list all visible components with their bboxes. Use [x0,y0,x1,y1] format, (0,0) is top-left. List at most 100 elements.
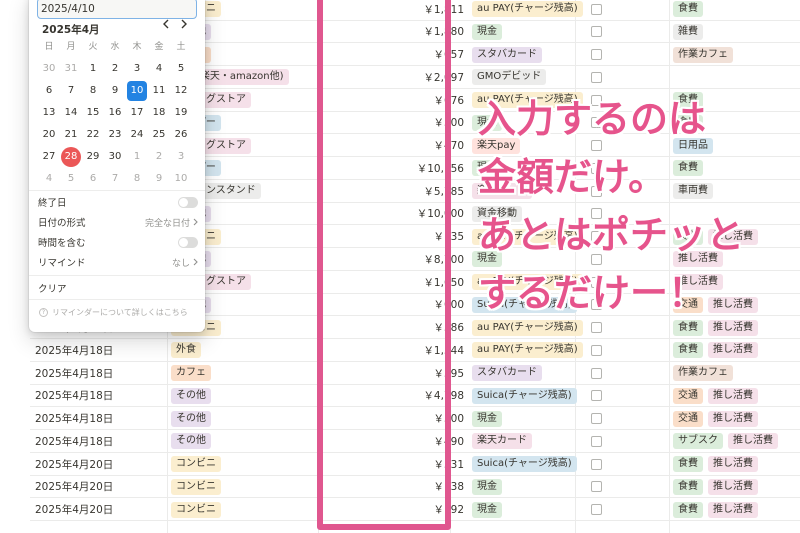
date-format-option[interactable]: 日付の形式 完全な日付 [38,213,198,231]
chevron-left-icon[interactable] [159,17,173,31]
calendar-day[interactable]: 10 [171,169,191,189]
calendar-day[interactable]: 17 [127,103,147,123]
checkbox[interactable] [590,3,602,15]
checkbox[interactable] [590,367,602,379]
date-cell[interactable]: 2025年4月18日 [35,385,167,407]
calendar-day[interactable]: 5 [61,169,81,189]
calendar-day[interactable]: 18 [149,103,169,123]
checkbox-cell[interactable] [586,408,606,430]
calendar-day[interactable]: 6 [83,169,103,189]
tags-cell[interactable]: 雑費 [673,21,800,43]
checkbox-cell[interactable] [586,0,606,20]
calendar-day[interactable]: 29 [83,147,103,167]
calendar-day[interactable]: 23 [105,125,125,145]
calendar-day[interactable]: 9 [149,169,169,189]
calendar-day[interactable]: 11 [149,81,169,101]
checkbox[interactable] [590,504,602,515]
checkbox[interactable] [590,71,602,83]
tags-cell[interactable]: 作業カフェ [673,44,800,66]
calendar-day[interactable]: 5 [171,59,191,79]
calendar-day[interactable]: 4 [39,169,59,189]
date-cell[interactable]: 2025年4月18日 [35,362,167,384]
checkbox-cell[interactable] [586,339,606,361]
checkbox[interactable] [590,49,602,60]
chevron-right-icon[interactable] [177,17,191,31]
calendar-day[interactable]: 2 [105,59,125,79]
calendar-day[interactable]: 8 [83,81,103,101]
calendar-day[interactable]: 31 [61,59,81,79]
date-cell[interactable]: 2025年4月20日 [35,453,167,475]
checkbox[interactable] [590,322,602,333]
date-cell[interactable]: 2025年4月20日 [35,499,167,521]
calendar-day[interactable]: 3 [127,59,147,79]
checkbox-cell[interactable] [586,362,606,384]
category-cell[interactable]: 外食 [171,339,321,361]
checkbox[interactable] [590,390,602,402]
calendar-day[interactable]: 25 [149,125,169,145]
calendar-day[interactable]: 21 [61,125,81,145]
checkbox-cell[interactable] [586,385,606,407]
end-date-toggle[interactable] [178,196,198,208]
calendar-day[interactable]: 7 [105,169,125,189]
checkbox-cell[interactable] [586,453,606,475]
calendar-day[interactable]: 20 [39,125,59,145]
include-time-option[interactable]: 時間を含む [38,233,198,251]
calendar-day[interactable]: 12 [171,81,191,101]
calendar-day[interactable]: 1 [127,147,147,167]
calendar-day[interactable]: 30 [39,59,59,79]
calendar-day-selected[interactable]: 10 [127,81,147,101]
remind-option[interactable]: リマインド なし [38,253,198,271]
tags-cell[interactable]: サブスク 推し活費 [673,430,800,452]
include-time-toggle[interactable] [178,236,198,248]
tags-cell[interactable]: 交通 推し活費 [673,385,800,407]
tags-cell[interactable]: 食費 推し活費 [673,339,800,361]
category-cell[interactable]: コンビニ [171,476,321,498]
checkbox-cell[interactable] [586,21,606,43]
calendar-day[interactable]: 2 [149,147,169,167]
date-cell[interactable]: 2025年4月18日 [35,408,167,430]
clear-button[interactable]: クリア [38,281,67,295]
tags-cell[interactable]: 食費 推し活費 [673,499,800,521]
checkbox[interactable] [590,458,602,470]
checkbox-cell[interactable] [586,66,606,88]
checkbox[interactable] [590,481,602,493]
calendar-day[interactable]: 27 [39,147,59,167]
category-cell[interactable]: コンビニ [171,453,321,475]
category-cell[interactable]: その他 [171,430,321,452]
calendar-day[interactable]: 4 [149,59,169,79]
tags-cell[interactable]: 食費 [673,0,800,20]
checkbox-cell[interactable] [586,44,606,66]
category-cell[interactable]: コンビニ [171,499,321,521]
calendar-day[interactable]: 19 [171,103,191,123]
checkbox[interactable] [590,413,602,424]
checkbox[interactable] [590,26,602,38]
category-cell[interactable]: その他 [171,385,321,407]
calendar-day[interactable]: 24 [127,125,147,145]
end-date-option[interactable]: 終了日 [38,193,198,211]
calendar-day[interactable]: 9 [105,81,125,101]
checkbox-cell[interactable] [586,430,606,452]
calendar-day[interactable]: 15 [83,103,103,123]
calendar-day[interactable]: 7 [61,81,81,101]
calendar-day[interactable]: 16 [105,103,125,123]
date-cell[interactable]: 2025年4月18日 [35,339,167,361]
category-cell[interactable]: カフェ [171,362,321,384]
calendar-day[interactable]: 13 [39,103,59,123]
calendar-day[interactable]: 22 [83,125,103,145]
checkbox[interactable] [590,344,602,356]
date-input[interactable]: 2025/4/10 [37,0,197,19]
calendar-day-today[interactable]: 28 [61,147,81,167]
category-cell[interactable]: その他 [171,408,321,430]
calendar-day[interactable]: 8 [127,169,147,189]
tags-cell[interactable]: 作業カフェ [673,362,800,384]
calendar-day[interactable]: 14 [61,103,81,123]
checkbox-cell[interactable] [586,476,606,498]
checkbox-cell[interactable] [586,499,606,521]
tags-cell[interactable] [673,66,800,88]
checkbox[interactable] [590,435,602,447]
calendar-day[interactable]: 1 [83,59,103,79]
calendar-day[interactable]: 3 [171,147,191,167]
calendar-day[interactable]: 26 [171,125,191,145]
calendar-day[interactable]: 30 [105,147,125,167]
tags-cell[interactable]: 食費 推し活費 [673,453,800,475]
